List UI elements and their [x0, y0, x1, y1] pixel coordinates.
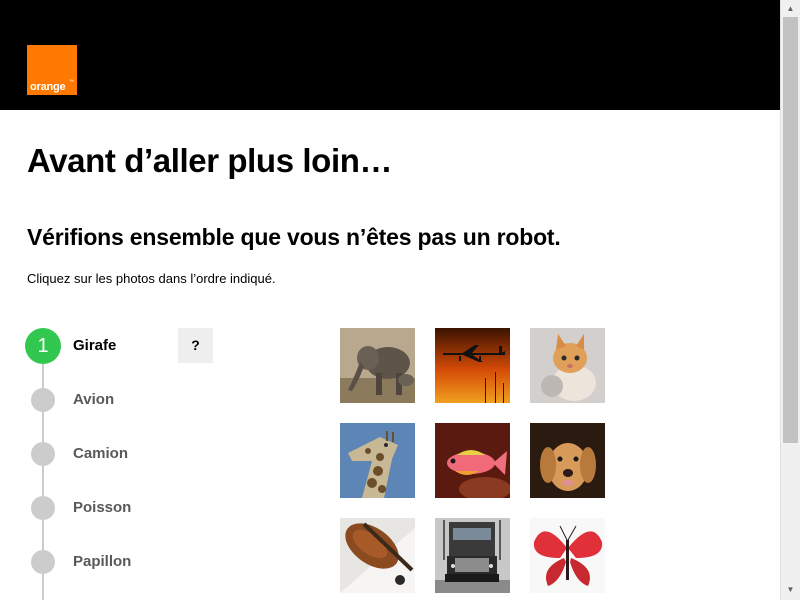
logo-trademark: ™ [69, 79, 74, 85]
step-label: Papillon [73, 553, 132, 570]
step-label: Poisson [73, 499, 132, 516]
step-poisson: Poisson [25, 490, 225, 526]
scroll-up-icon[interactable]: ▲ [781, 0, 800, 17]
captcha-image-kitten[interactable] [530, 328, 605, 403]
step-indicator [31, 496, 55, 520]
captcha-image-giraffe[interactable] [340, 423, 415, 498]
captcha-image-elephant[interactable] [340, 328, 415, 403]
step-indicator [31, 442, 55, 466]
captcha-image-truck[interactable] [435, 518, 510, 593]
captcha-image-fish[interactable] [435, 423, 510, 498]
browser-viewport: ™ orange Avant d’aller plus loin… Vérifi… [0, 0, 780, 600]
step-camion: Camion [25, 436, 225, 472]
captcha-image-airplane[interactable] [435, 328, 510, 403]
step-avion: Avion [25, 382, 225, 418]
page: ™ orange Avant d’aller plus loin… Vérifi… [0, 0, 800, 600]
captcha-image-dog[interactable] [530, 423, 605, 498]
step-label: Avion [73, 391, 115, 408]
scroll-down-icon[interactable]: ▼ [781, 581, 800, 598]
help-button[interactable]: ? [178, 328, 213, 363]
step-indicator [31, 388, 55, 412]
step-indicator-active: 1 [25, 328, 61, 364]
step-papillon: Papillon [25, 544, 225, 580]
captcha-image-violin[interactable] [340, 518, 415, 593]
step-label: Girafe [73, 337, 117, 354]
header-bar: ™ orange [0, 0, 780, 110]
orange-logo[interactable]: ™ orange [27, 45, 77, 95]
step-indicator [31, 550, 55, 574]
page-title: Avant d’aller plus loin… [27, 142, 393, 179]
captcha-image-butterfly[interactable] [530, 518, 605, 593]
captcha-image-grid [340, 328, 605, 593]
step-label: Camion [73, 445, 129, 462]
captcha-instruction: Cliquez sur les photos dans l’ordre indi… [27, 271, 276, 286]
logo-text: orange [30, 81, 66, 93]
vertical-scrollbar[interactable]: ▲ ▼ [780, 0, 800, 600]
captcha-subtitle: Vérifions ensemble que vous n’êtes pas u… [27, 224, 561, 250]
scrollbar-thumb[interactable] [783, 17, 798, 443]
